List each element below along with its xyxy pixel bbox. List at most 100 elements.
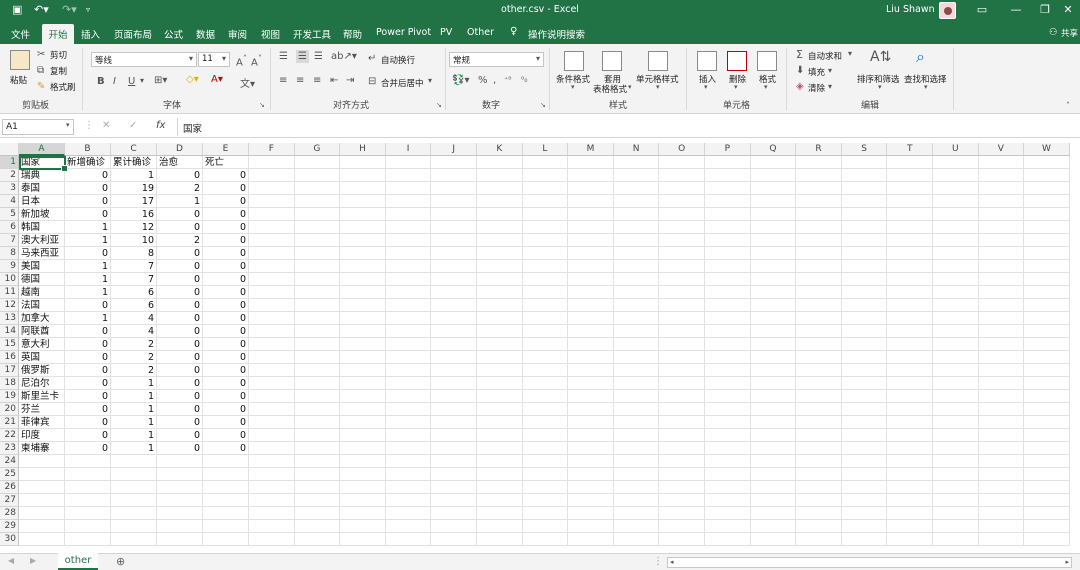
cell[interactable] [659, 273, 705, 286]
cell[interactable] [659, 195, 705, 208]
number-cell[interactable]: 0 [203, 299, 249, 312]
cell[interactable] [431, 377, 477, 390]
conditional-format-icon[interactable] [564, 51, 584, 71]
cell[interactable] [522, 169, 569, 182]
cell[interactable] [340, 507, 386, 520]
row-header[interactable]: 1 [0, 156, 19, 169]
cell[interactable] [568, 429, 614, 442]
number-cell[interactable]: 0 [157, 312, 203, 325]
cell[interactable] [431, 351, 477, 364]
column-header[interactable]: C [111, 143, 157, 156]
cell[interactable] [750, 377, 797, 390]
row-header[interactable]: 21 [0, 416, 19, 429]
copy-icon[interactable]: ⧉ [37, 65, 44, 76]
cell[interactable] [613, 338, 660, 351]
cell[interactable] [568, 364, 614, 377]
cell[interactable] [796, 481, 842, 494]
country-cell[interactable]: 澳大利亚 [19, 234, 65, 247]
cell[interactable] [659, 351, 705, 364]
cell[interactable] [340, 195, 386, 208]
cell[interactable] [659, 377, 705, 390]
row-header[interactable]: 9 [0, 260, 19, 273]
cell[interactable] [249, 195, 295, 208]
cell[interactable] [249, 169, 295, 182]
cell[interactable] [613, 312, 660, 325]
cell[interactable] [568, 325, 614, 338]
cell[interactable] [340, 312, 386, 325]
cell[interactable] [431, 273, 477, 286]
cell[interactable] [887, 247, 933, 260]
number-cell[interactable]: 2 [111, 364, 157, 377]
cell[interactable] [340, 299, 386, 312]
cell[interactable] [340, 520, 386, 533]
cell[interactable] [477, 390, 523, 403]
cell[interactable] [340, 442, 386, 455]
cell[interactable] [659, 312, 705, 325]
cell[interactable] [841, 338, 888, 351]
number-cell[interactable]: 1 [65, 312, 111, 325]
cell[interactable] [659, 442, 705, 455]
cell[interactable] [887, 286, 933, 299]
number-cell[interactable]: 1 [65, 286, 111, 299]
cell[interactable] [385, 156, 432, 169]
cell[interactable] [294, 442, 341, 455]
cell[interactable] [659, 481, 705, 494]
cell[interactable] [750, 338, 797, 351]
cell[interactable] [1024, 377, 1070, 390]
tab-file[interactable]: 文件 [11, 27, 30, 41]
header-cell[interactable]: 治愈 [157, 156, 203, 169]
cell[interactable] [431, 520, 477, 533]
number-cell[interactable]: 0 [203, 260, 249, 273]
cell[interactable] [1024, 520, 1070, 533]
row-header[interactable]: 16 [0, 351, 19, 364]
cell[interactable] [613, 416, 660, 429]
cell[interactable] [887, 208, 933, 221]
cell[interactable] [978, 338, 1025, 351]
cell[interactable] [522, 455, 569, 468]
cell[interactable] [431, 455, 477, 468]
cell[interactable] [1024, 247, 1070, 260]
number-cell[interactable]: 1 [111, 390, 157, 403]
cell[interactable] [933, 507, 979, 520]
cell[interactable] [431, 390, 477, 403]
share-button[interactable]: 共享 [1061, 27, 1078, 39]
cell[interactable] [477, 442, 523, 455]
tab-insert[interactable]: 插入 [81, 27, 100, 41]
cell[interactable] [841, 325, 888, 338]
cell[interactable] [65, 494, 111, 507]
tab-developer[interactable]: 开发工具 [293, 27, 331, 41]
number-cell[interactable]: 0 [65, 364, 111, 377]
cell[interactable] [750, 195, 797, 208]
cell[interactable] [933, 208, 979, 221]
cell[interactable] [203, 481, 249, 494]
number-cell[interactable]: 0 [203, 234, 249, 247]
cell[interactable] [477, 312, 523, 325]
cell[interactable] [294, 533, 341, 546]
cell[interactable] [294, 273, 341, 286]
country-cell[interactable]: 日本 [19, 195, 65, 208]
cell[interactable] [659, 325, 705, 338]
cell[interactable] [841, 286, 888, 299]
cell[interactable] [933, 468, 979, 481]
cell[interactable] [294, 390, 341, 403]
cell[interactable] [249, 260, 295, 273]
cell[interactable] [933, 455, 979, 468]
cell[interactable] [65, 533, 111, 546]
cell[interactable] [1024, 533, 1070, 546]
alignment-dialog-launcher-icon[interactable]: ↘ [436, 101, 442, 109]
cell[interactable] [431, 364, 477, 377]
tab-power-pivot[interactable]: Power Pivot [376, 27, 431, 38]
number-cell[interactable]: 0 [203, 312, 249, 325]
cell[interactable] [841, 416, 888, 429]
cell[interactable] [978, 182, 1025, 195]
cell[interactable] [522, 351, 569, 364]
cell[interactable] [157, 494, 203, 507]
number-cell[interactable]: 0 [203, 247, 249, 260]
delete-dropdown-icon[interactable]: ▾ [734, 83, 738, 91]
country-cell[interactable]: 泰国 [19, 182, 65, 195]
format-painter-button[interactable]: 格式刷 [50, 81, 76, 93]
number-cell[interactable]: 0 [203, 286, 249, 299]
cell[interactable] [978, 286, 1025, 299]
cell[interactable] [249, 312, 295, 325]
cell[interactable] [385, 247, 432, 260]
